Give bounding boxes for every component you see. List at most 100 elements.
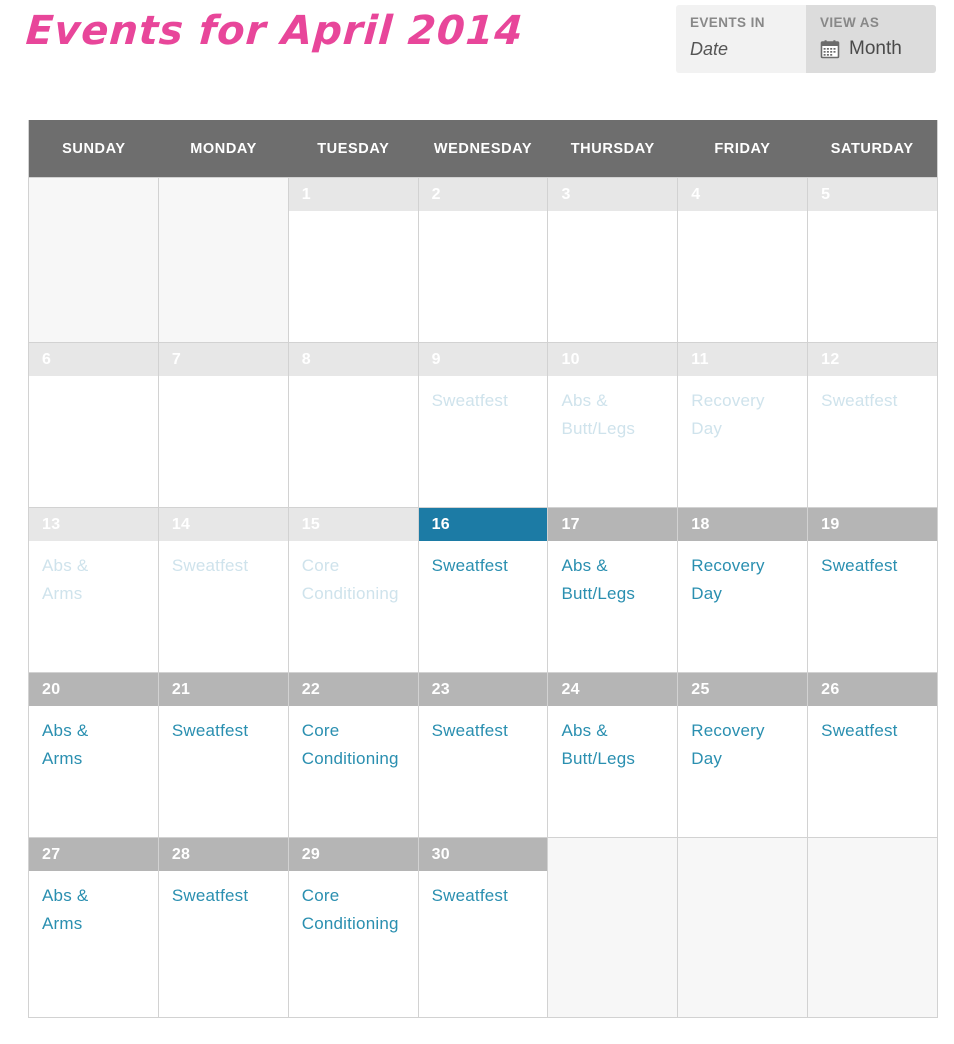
view-as-control[interactable]: VIEW AS Month (806, 5, 936, 73)
day-cell-25[interactable]: 25 Recovery Day (678, 672, 809, 837)
event-line: Sweatfest (821, 721, 898, 740)
day-events (29, 376, 158, 387)
day-events: Sweatfest (159, 541, 288, 580)
day-cell-10[interactable]: 10 Abs & Butt/Legs (548, 342, 679, 507)
view-as-label: VIEW AS (820, 15, 880, 30)
day-cell-18[interactable]: 18 Recovery Day (678, 507, 809, 672)
day-cell-4[interactable]: 4 (678, 177, 809, 342)
event-line: Arms (42, 584, 83, 603)
events-in-control[interactable]: EVENTS IN Date (676, 5, 806, 73)
event-line: Core (301, 721, 340, 740)
day-cell-1[interactable]: 1 (288, 177, 419, 342)
event-item[interactable]: Recovery Day (691, 387, 799, 443)
event-item[interactable]: Core Conditioning (302, 717, 410, 773)
day-cell-27[interactable]: 27 Abs & Arms (29, 837, 159, 1017)
day-cell-15[interactable]: 15 Core Conditioning (288, 507, 419, 672)
day-cell-7[interactable]: 7 (158, 342, 289, 507)
weekday-header-sunday: SUNDAY (62, 141, 126, 157)
event-line: Recovery (691, 721, 765, 740)
event-item[interactable]: Core Conditioning (302, 882, 410, 938)
day-cell-19[interactable]: 19 Sweatfest (808, 507, 938, 672)
day-number: 25 (678, 673, 808, 706)
event-item[interactable]: Sweatfest (821, 717, 929, 745)
event-line: Day (691, 419, 723, 438)
day-cell-3[interactable]: 3 (548, 177, 679, 342)
day-cell-28[interactable]: 28 Sweatfest (158, 837, 289, 1017)
event-line: Sweatfest (171, 556, 249, 575)
event-item[interactable]: Sweatfest (821, 387, 929, 415)
event-item[interactable]: Recovery Day (691, 717, 799, 773)
day-cell-14[interactable]: 14 Sweatfest (158, 507, 289, 672)
event-item[interactable]: Abs & Arms (42, 552, 150, 608)
event-item[interactable]: Sweatfest (432, 882, 540, 910)
day-cell-30[interactable]: 30 Sweatfest (418, 837, 549, 1017)
weekday-header-row: SUNDAY MONDAY TUESDAY WEDNESDAY THURSDAY FRID… (29, 120, 937, 177)
day-number: 23 (418, 673, 548, 706)
day-events: Recovery Day (678, 376, 807, 443)
event-item[interactable]: Abs & Arms (42, 717, 150, 773)
day-events (159, 376, 288, 387)
event-line: Recovery (691, 391, 765, 410)
day-number: 14 (158, 508, 288, 541)
event-item[interactable]: Recovery Day (691, 552, 799, 608)
event-item[interactable]: Sweatfest (172, 882, 280, 910)
event-line: Conditioning (301, 584, 399, 603)
calendar-body: 1 2 3 4 5 6 7 8 9 Sweatfest 10 Abs & Butt/Legs 11 Reco… (29, 177, 938, 1017)
event-item[interactable]: Sweatfest (432, 717, 540, 745)
day-cell-17[interactable]: 17 Abs & Butt/Legs (548, 507, 679, 672)
day-cell-2[interactable]: 2 (418, 177, 549, 342)
event-line: Sweatfest (171, 886, 249, 905)
day-cell-8[interactable]: 8 (288, 342, 419, 507)
event-item[interactable]: Core Conditioning (302, 552, 410, 608)
event-item[interactable]: Abs & Butt/Legs (561, 387, 669, 443)
day-cell-16[interactable]: 16 Sweatfest (418, 507, 549, 672)
day-events: Sweatfest (159, 871, 288, 910)
event-item[interactable]: Sweatfest (432, 387, 540, 415)
day-number: 11 (678, 343, 808, 376)
weekday-header-saturday: SATURDAY (830, 141, 914, 157)
events-in-value: Date (690, 39, 729, 59)
weekday-header-friday: FRIDAY (714, 141, 771, 157)
day-cell-12[interactable]: 12 Sweatfest (808, 342, 938, 507)
event-item[interactable]: Sweatfest (821, 552, 929, 580)
view-controls: EVENTS IN Date VIEW AS Month (676, 5, 936, 73)
event-item[interactable]: Abs & Arms (42, 882, 150, 938)
day-cell-21[interactable]: 21 Sweatfest (158, 672, 289, 837)
event-line: Abs & (42, 721, 89, 740)
day-number: 5 (808, 178, 938, 211)
calendar-week-row: 20 Abs & Arms 21 Sweatfest 22 Core Conditioning… (29, 672, 938, 837)
event-item[interactable]: Sweatfest (432, 552, 540, 580)
event-item[interactable]: Sweatfest (172, 717, 280, 745)
event-line: Sweatfest (171, 721, 249, 740)
day-number: 6 (29, 343, 158, 376)
day-cell-23[interactable]: 23 Sweatfest (418, 672, 549, 837)
event-item[interactable]: Abs & Butt/Legs (561, 717, 669, 773)
day-number: 4 (678, 178, 808, 211)
event-line: Abs & (42, 886, 89, 905)
day-cell-11[interactable]: 11 Recovery Day (678, 342, 809, 507)
day-events: Abs & Arms (29, 706, 158, 773)
day-events: Sweatfest (419, 541, 548, 580)
day-cell-29[interactable]: 29 Core Conditioning (288, 837, 419, 1017)
day-events: Abs & Butt/Legs (548, 541, 677, 608)
day-cell-6[interactable]: 6 (29, 342, 159, 507)
event-line: Conditioning (301, 914, 399, 933)
day-cell-26[interactable]: 26 Sweatfest (808, 672, 938, 837)
day-number: 9 (418, 343, 548, 376)
day-cell-24[interactable]: 24 Abs & Butt/Legs (548, 672, 679, 837)
day-events (289, 376, 418, 387)
event-item[interactable]: Abs & Butt/Legs (561, 552, 669, 608)
event-item[interactable]: Sweatfest (172, 552, 280, 580)
day-cell-5[interactable]: 5 (808, 177, 938, 342)
day-cell-13[interactable]: 13 Abs & Arms (29, 507, 159, 672)
day-number: 16 (418, 508, 548, 541)
day-number: 19 (808, 508, 938, 541)
day-cell-20[interactable]: 20 Abs & Arms (29, 672, 159, 837)
day-cell-22[interactable]: 22 Core Conditioning (288, 672, 419, 837)
day-number: 26 (808, 673, 938, 706)
day-number: 7 (158, 343, 288, 376)
event-line: Day (691, 584, 723, 603)
weekday-header-wednesday: WEDNESDAY (433, 141, 533, 157)
day-cell-9[interactable]: 9 Sweatfest (418, 342, 549, 507)
day-events: Sweatfest (419, 706, 548, 745)
